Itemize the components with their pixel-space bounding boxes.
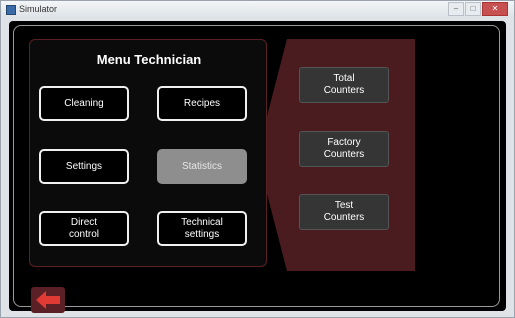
direct-control-button[interactable]: Direct control [39, 211, 129, 246]
app-icon [6, 5, 16, 15]
app-window: Simulator – □ ✕ Menu Technician Cleaning… [0, 0, 515, 318]
total-counters-button[interactable]: Total Counters [299, 67, 389, 103]
back-button[interactable] [31, 287, 65, 313]
technical-settings-button[interactable]: Technical settings [157, 211, 247, 246]
statistics-button[interactable]: Statistics [157, 149, 247, 184]
window-title: Simulator [19, 4, 58, 14]
minimize-button[interactable]: – [448, 2, 464, 16]
test-counters-button[interactable]: Test Counters [299, 194, 389, 230]
menu-title: Menu Technician [96, 52, 202, 67]
title-bar: Simulator – □ ✕ [1, 1, 514, 18]
recipes-button[interactable]: Recipes [157, 86, 247, 121]
settings-button[interactable]: Settings [39, 149, 129, 184]
arrow-left-icon [36, 291, 60, 309]
cleaning-button[interactable]: Cleaning [39, 86, 129, 121]
factory-counters-button[interactable]: Factory Counters [299, 131, 389, 167]
window-controls: – □ ✕ [448, 2, 508, 16]
maximize-button[interactable]: □ [465, 2, 481, 16]
close-button[interactable]: ✕ [482, 2, 508, 16]
machine-screen: Menu Technician Cleaning Recipes Setting… [9, 21, 506, 313]
